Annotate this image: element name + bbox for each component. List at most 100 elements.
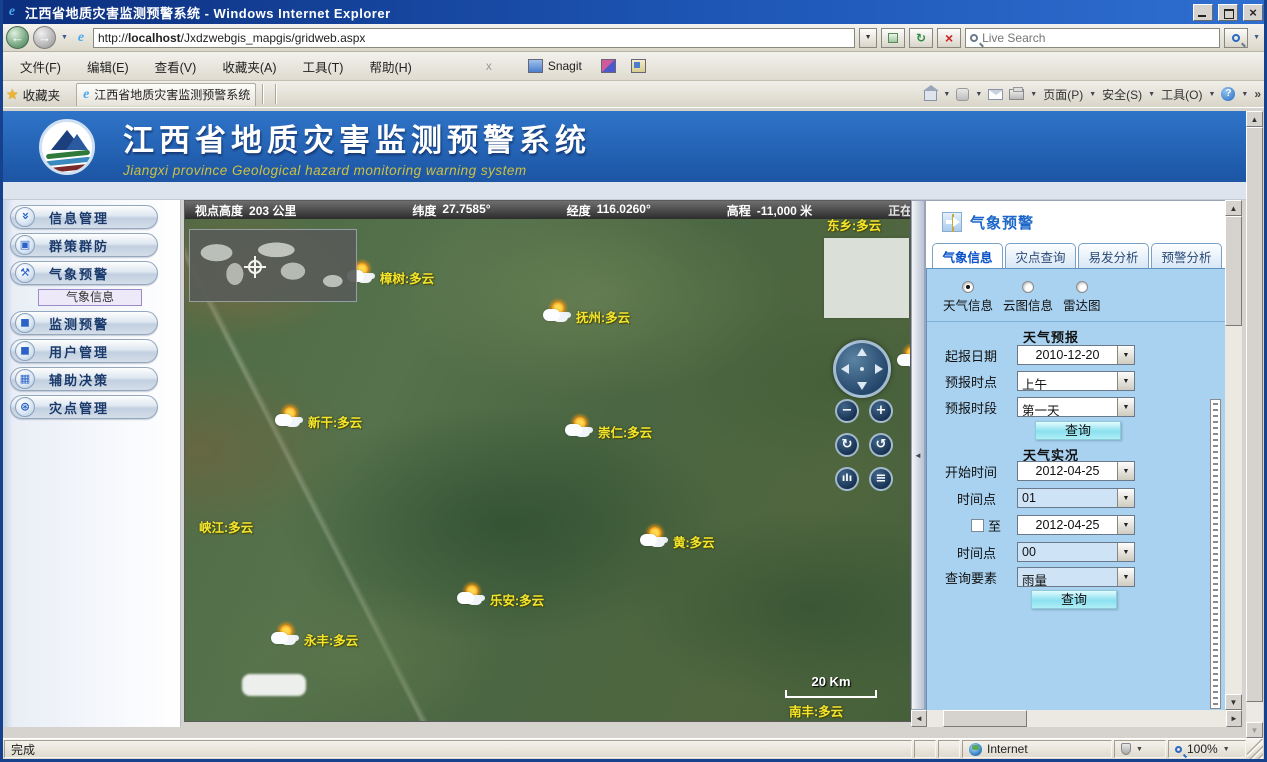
tab-susceptibility-analysis[interactable]: 易发分析 [1078, 243, 1149, 268]
dropdown-arrow-icon[interactable] [1117, 543, 1134, 561]
forward-button[interactable]: → [33, 26, 56, 49]
scrollbar-thumb[interactable] [1225, 216, 1242, 326]
dropdown-arrow-icon[interactable] [1117, 568, 1134, 586]
toolbar-close-x[interactable]: x [476, 59, 502, 73]
layers-button[interactable]: ≡ [869, 467, 893, 491]
start-hour-select[interactable]: 01 [1017, 488, 1135, 508]
forecast-query-button[interactable]: 查询 [1035, 421, 1121, 440]
mail-icon[interactable] [988, 89, 1003, 100]
scroll-left-button[interactable] [911, 710, 927, 727]
feed-dropdown-icon[interactable] [975, 91, 982, 98]
back-button[interactable]: ← [6, 26, 29, 49]
overview-map-inset[interactable] [189, 229, 357, 302]
favorites-label[interactable]: 收藏夹 [23, 85, 61, 104]
end-date-select[interactable]: 2012-04-25 [1017, 515, 1135, 535]
actual-start-date-select[interactable]: 2012-04-25 [1017, 461, 1135, 481]
weather-marker[interactable]: 峡江:多云 [199, 517, 253, 536]
search-input[interactable] [982, 31, 1215, 45]
scroll-up-button[interactable] [1246, 111, 1263, 127]
menu-file[interactable]: 文件(F) [8, 54, 73, 79]
end-hour-select[interactable]: 00 [1017, 542, 1135, 562]
close-button[interactable] [1243, 4, 1263, 21]
menu-favorites[interactable]: 收藏夹(A) [210, 54, 288, 79]
forecast-period-select[interactable]: 第一天 [1017, 397, 1135, 417]
to-date-checkbox[interactable] [971, 519, 984, 532]
map-pan-control[interactable] [833, 340, 891, 398]
tab-weather-info[interactable]: 气象信息 [932, 243, 1003, 268]
protected-mode-cell[interactable] [1114, 740, 1166, 758]
scroll-down-button[interactable] [1225, 694, 1242, 710]
map-viewport[interactable]: 视点高度203 公里 纬度27.7585° 经度116.0260° 高程-11,… [184, 200, 911, 722]
sidebar-item-info-management[interactable]: 信息管理 [10, 205, 158, 229]
sidebar-item-user-management[interactable]: 用户管理 [10, 339, 158, 363]
printer-icon[interactable] [1009, 89, 1024, 100]
weather-marker[interactable]: 永丰:多云 [271, 625, 358, 649]
menu-help[interactable]: 帮助(H) [357, 54, 423, 79]
scroll-down-button[interactable] [1246, 722, 1263, 738]
favorites-star-icon[interactable]: ★ [6, 86, 19, 103]
resize-grip[interactable] [1247, 739, 1263, 759]
weather-marker[interactable]: 樟树:多云 [347, 263, 434, 287]
sidebar-item-weather-warning[interactable]: 气象预警 [10, 261, 158, 285]
zoom-control[interactable]: 100% [1168, 740, 1246, 758]
actual-query-button[interactable]: 查询 [1031, 590, 1117, 609]
scrollbar-thumb[interactable] [943, 710, 1027, 727]
rotate-ccw-button[interactable]: ↺ [869, 433, 893, 457]
browser-tab[interactable]: e 江西省地质灾害监测预警系统 [76, 83, 256, 106]
weather-marker[interactable]: 抚州:多云 [543, 302, 630, 326]
weather-marker[interactable]: 南丰:多云 [789, 701, 843, 720]
security-dropdown-icon[interactable] [1148, 91, 1155, 98]
radio-weather-info[interactable]: 天气信息 [943, 281, 993, 314]
security-menu[interactable]: 安全(S) [1102, 86, 1142, 103]
panel-splitter[interactable] [911, 200, 925, 710]
page-dropdown-icon[interactable] [1089, 91, 1096, 98]
weather-marker[interactable]: 黄:多云 [640, 527, 715, 551]
zoom-out-button[interactable]: − [835, 399, 859, 423]
menu-edit[interactable]: 编辑(E) [75, 54, 141, 79]
sidebar-item-decision-support[interactable]: 辅助决策 [10, 367, 158, 391]
history-dropdown-icon[interactable] [60, 34, 69, 41]
weather-marker[interactable]: 新干:多云 [275, 407, 362, 431]
query-element-select[interactable]: 雨量 [1017, 567, 1135, 587]
start-date-select[interactable]: 2010-12-20 [1017, 345, 1135, 365]
page-menu[interactable]: 页面(P) [1043, 86, 1083, 103]
dropdown-arrow-icon[interactable] [1117, 489, 1134, 507]
dropdown-arrow-icon[interactable] [1117, 516, 1134, 534]
stop-button[interactable]: × [937, 28, 961, 48]
scroll-right-button[interactable] [1226, 710, 1242, 727]
dropdown-arrow-icon[interactable] [1117, 372, 1134, 390]
snagit-toolbar[interactable]: Snagit [528, 59, 646, 73]
sidebar-item-disaster-point-management[interactable]: 灾点管理 [10, 395, 158, 419]
dropdown-arrow-icon[interactable] [1117, 462, 1134, 480]
home-dropdown-icon[interactable] [943, 91, 950, 98]
zoom-in-button[interactable]: + [869, 399, 893, 423]
rotate-cw-button[interactable]: ↻ [835, 433, 859, 457]
print-dropdown-icon[interactable] [1030, 91, 1037, 98]
tab-warning-analysis[interactable]: 预警分析 [1151, 243, 1222, 268]
snagit-capture-icon[interactable] [601, 59, 616, 73]
compatibility-view-button[interactable] [881, 28, 905, 48]
tools-menu[interactable]: 工具(O) [1161, 86, 1202, 103]
search-options-dropdown-icon[interactable] [1252, 34, 1261, 41]
scrollbar-thumb[interactable] [1246, 127, 1263, 702]
rss-feed-icon[interactable] [956, 88, 969, 101]
radio-radar-image[interactable]: 雷达图 [1063, 281, 1101, 314]
url-dropdown-button[interactable] [859, 28, 877, 48]
scrollbar-track[interactable] [927, 710, 1226, 727]
sidebar-submenu-weather-info[interactable]: 气象信息 [38, 289, 142, 306]
tab-disaster-query[interactable]: 灾点查询 [1005, 243, 1076, 268]
overflow-chevron-icon[interactable]: » [1254, 87, 1261, 101]
scroll-up-button[interactable] [1225, 200, 1242, 216]
dropdown-arrow-icon[interactable] [1117, 398, 1134, 416]
help-icon[interactable]: ? [1221, 87, 1235, 101]
home-icon[interactable] [924, 90, 937, 101]
url-field[interactable]: http://localhost/Jxdzwebgis_mapgis/gridw… [93, 28, 855, 48]
search-box[interactable] [965, 28, 1220, 48]
sidebar-item-group-prevention[interactable]: 群策群防 [10, 233, 158, 257]
dropdown-arrow-icon[interactable] [1117, 346, 1134, 364]
sidebar-item-monitoring-warning[interactable]: 监测预警 [10, 311, 158, 335]
tilt-button[interactable]: ılı [835, 467, 859, 491]
weather-marker[interactable] [897, 347, 911, 371]
search-go-button[interactable] [1224, 28, 1248, 48]
weather-marker[interactable]: 崇仁:多云 [565, 417, 652, 441]
